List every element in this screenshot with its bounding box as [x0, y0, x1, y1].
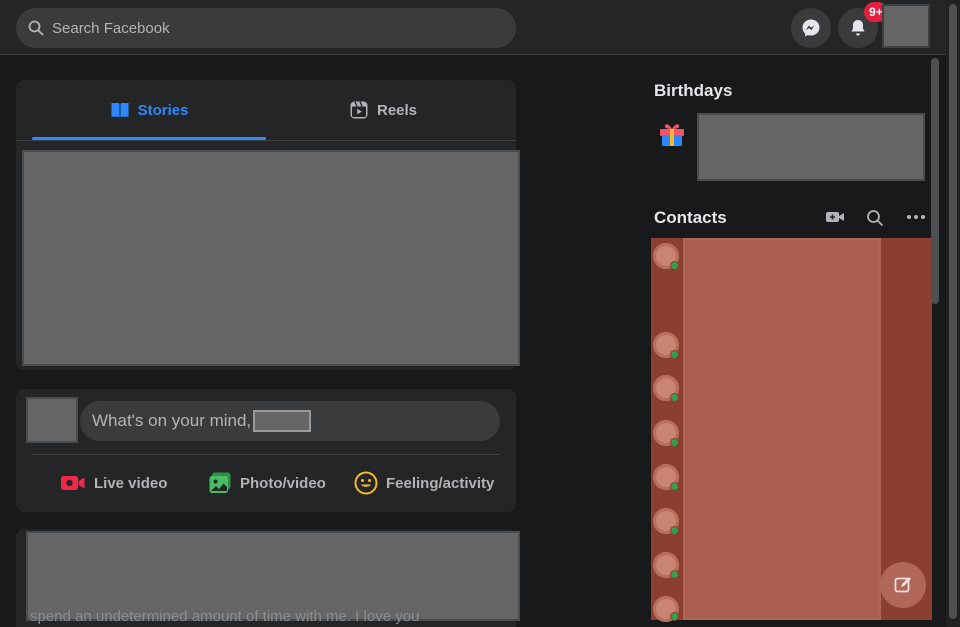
tab-reels[interactable]: Reels [266, 80, 500, 140]
online-indicator [670, 438, 679, 447]
tab-stories-label: Stories [138, 102, 189, 119]
feeling-activity-button[interactable]: Feeling/activity [354, 465, 494, 501]
composer-avatar[interactable] [26, 397, 78, 443]
post-text: spend an undetermined amount of time wit… [30, 608, 419, 625]
composer-prompt: What's on your mind, [92, 411, 251, 431]
sidebar-scrollbar[interactable] [931, 58, 939, 304]
composer-divider [32, 454, 500, 455]
birthdays-title: Birthdays [654, 81, 732, 101]
messenger-button[interactable] [791, 8, 831, 48]
composer-input[interactable]: What's on your mind, [80, 401, 500, 441]
bell-icon [848, 18, 868, 38]
online-indicator [670, 526, 679, 535]
tabs-divider [16, 140, 516, 141]
online-indicator [670, 350, 679, 359]
photo-video-button[interactable]: Photo/video [208, 465, 326, 501]
more-icon [906, 209, 926, 225]
contacts-title: Contacts [654, 208, 727, 228]
new-message-button[interactable] [880, 562, 926, 608]
contacts-search-button[interactable] [866, 209, 884, 232]
contacts-list[interactable] [683, 238, 881, 620]
tab-reels-label: Reels [377, 102, 417, 119]
post-composer: What's on your mind, Live video Photo/vi… [16, 389, 516, 512]
page-scrollbar[interactable] [949, 4, 957, 619]
online-indicator [670, 261, 679, 270]
photo-icon [208, 471, 232, 495]
birthday-details[interactable] [697, 113, 925, 181]
redacted-user-name [253, 410, 311, 432]
online-indicator [670, 482, 679, 491]
gift-icon [658, 119, 686, 147]
smile-icon [354, 471, 378, 495]
new-room-button[interactable] [825, 209, 845, 230]
live-video-button[interactable]: Live video [60, 465, 167, 501]
contacts-options-button[interactable] [906, 209, 926, 230]
online-indicator [670, 570, 679, 579]
top-navigation-bar: Search Facebook 9+ [0, 0, 946, 55]
search-placeholder: Search Facebook [52, 20, 170, 37]
search-icon [28, 20, 44, 36]
live-video-icon [60, 473, 86, 493]
search-icon [866, 209, 884, 227]
online-indicator [670, 393, 679, 402]
tab-stories[interactable]: Stories [32, 80, 266, 140]
new-room-icon [825, 209, 845, 225]
live-video-label: Live video [94, 475, 167, 492]
messenger-icon [801, 18, 821, 38]
account-avatar[interactable] [882, 4, 930, 48]
book-icon [110, 100, 130, 120]
search-bar[interactable]: Search Facebook [16, 8, 516, 48]
feeling-activity-label: Feeling/activity [386, 475, 494, 492]
edit-icon [893, 575, 913, 595]
online-indicator [670, 612, 679, 621]
stories-tray[interactable] [22, 150, 520, 366]
reels-icon [349, 100, 369, 120]
photo-video-label: Photo/video [240, 475, 326, 492]
stories-card: Stories Reels [16, 80, 516, 370]
